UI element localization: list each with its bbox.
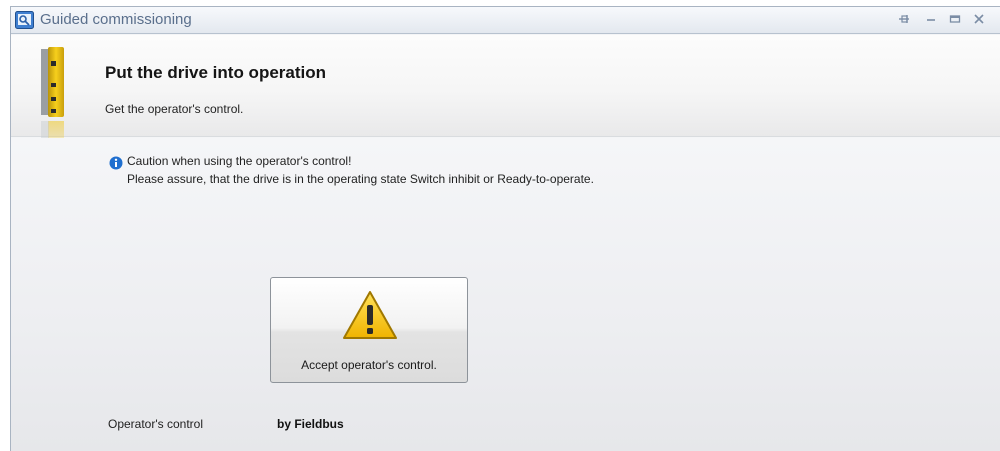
- guided-commissioning-window: Guided commissioning Put the drive into …: [10, 6, 1000, 451]
- window-title: Guided commissioning: [40, 11, 192, 28]
- caution-detail: Please assure, that the drive is in the …: [127, 172, 594, 186]
- caution-message: Caution when using the operator's contro…: [127, 154, 352, 168]
- pin-icon[interactable]: [897, 12, 911, 26]
- info-icon: [109, 156, 123, 170]
- maximize-icon[interactable]: [948, 12, 962, 26]
- accept-operator-control-button[interactable]: Accept operator's control.: [270, 277, 468, 383]
- wizard-icon: [15, 11, 34, 29]
- close-icon[interactable]: [972, 12, 986, 26]
- step-header: Put the drive into operation Get the ope…: [11, 35, 1000, 137]
- page-title: Put the drive into operation: [105, 63, 327, 82]
- title-bar[interactable]: Guided commissioning: [11, 7, 1000, 34]
- warning-icon: [343, 291, 397, 339]
- minimize-icon[interactable]: [924, 12, 938, 26]
- page-subtitle: Get the operator's control.: [105, 102, 244, 116]
- operator-control-label: Operator's control: [108, 417, 203, 431]
- accept-button-label: Accept operator's control.: [301, 358, 437, 372]
- content-area: Caution when using the operator's contro…: [11, 138, 1000, 451]
- operator-control-value: by Fieldbus: [277, 417, 344, 431]
